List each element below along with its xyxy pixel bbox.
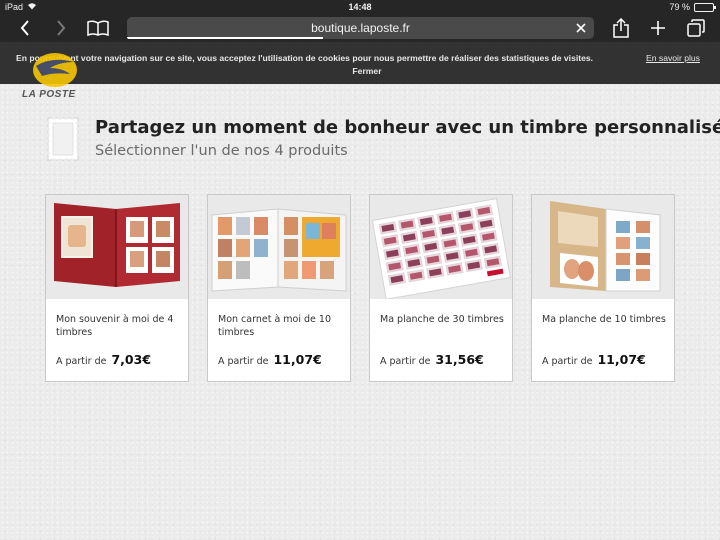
price-prefix: A partir de [218, 356, 269, 367]
page-load-progress [127, 37, 324, 39]
product-image [46, 195, 188, 299]
product-card-carnet-10[interactable]: Mon carnet à moi de 10 timbres A partir … [207, 194, 351, 382]
stamp-icon [46, 116, 80, 162]
cookie-more-link[interactable]: En savoir plus [646, 53, 700, 63]
product-price: 31,56€ [435, 352, 484, 367]
cookie-message: En poursuivant votre navigation sur ce s… [16, 53, 594, 63]
status-right: 79 % [669, 2, 716, 12]
product-name: Ma planche de 30 timbres [380, 314, 504, 325]
chevron-left-icon [20, 20, 29, 36]
battery-icon [694, 2, 716, 12]
product-price-row: A partir de 31,56€ [380, 352, 484, 367]
product-card-planche-30[interactable]: Ma planche de 30 timbres A partir de 31,… [369, 194, 513, 382]
tabs-button[interactable] [683, 17, 709, 39]
product-price: 7,03€ [111, 352, 152, 367]
product-price: 11,07€ [273, 352, 322, 367]
back-button[interactable] [12, 17, 38, 39]
url-text: boutique.laposte.fr [311, 21, 410, 35]
chevron-right-icon [57, 20, 66, 36]
product-name: Mon souvenir à moi de 4 timbres [56, 314, 174, 338]
cookie-close-button[interactable]: Fermer [0, 66, 720, 76]
plus-icon [651, 21, 665, 35]
bird-logo-icon [33, 53, 77, 87]
product-image [208, 195, 350, 299]
product-price-row: A partir de 11,07€ [218, 352, 322, 367]
clear-url-button[interactable] [572, 19, 590, 37]
product-price-row: A partir de 11,07€ [542, 352, 646, 367]
status-bar: iPad 14:48 79 % [0, 0, 720, 14]
page-title: Partagez un moment de bonheur avec un ti… [95, 117, 720, 138]
book-icon [87, 20, 109, 36]
new-tab-button[interactable] [645, 17, 671, 39]
product-price-row: A partir de 7,03€ [56, 352, 151, 367]
status-time: 14:48 [348, 2, 372, 12]
price-prefix: A partir de [380, 356, 431, 367]
product-name: Ma planche de 10 timbres [542, 314, 666, 325]
product-name: Mon carnet à moi de 10 timbres [218, 314, 331, 338]
product-card-souvenir-4[interactable]: Mon souvenir à moi de 4 timbres A partir… [45, 194, 189, 382]
share-button[interactable] [608, 17, 634, 39]
brand-name: LA POSTE [22, 89, 76, 100]
share-icon [613, 18, 629, 38]
address-bar[interactable]: boutique.laposte.fr [127, 17, 594, 39]
product-image [532, 195, 674, 299]
tabs-icon [687, 19, 705, 37]
battery-percent: 79 % [669, 2, 690, 12]
product-image [370, 195, 512, 299]
page-subtitle: Sélectionner l'un de nos 4 produits [95, 143, 348, 159]
browser-toolbar: boutique.laposte.fr [0, 14, 720, 42]
price-prefix: A partir de [56, 356, 107, 367]
close-icon [576, 23, 586, 33]
forward-button[interactable] [48, 17, 74, 39]
cookie-banner: En poursuivant votre navigation sur ce s… [0, 42, 720, 84]
product-price: 11,07€ [597, 352, 646, 367]
price-prefix: A partir de [542, 356, 593, 367]
product-card-planche-10[interactable]: Ma planche de 10 timbres A partir de 11,… [531, 194, 675, 382]
bookmarks-button[interactable] [85, 17, 111, 39]
